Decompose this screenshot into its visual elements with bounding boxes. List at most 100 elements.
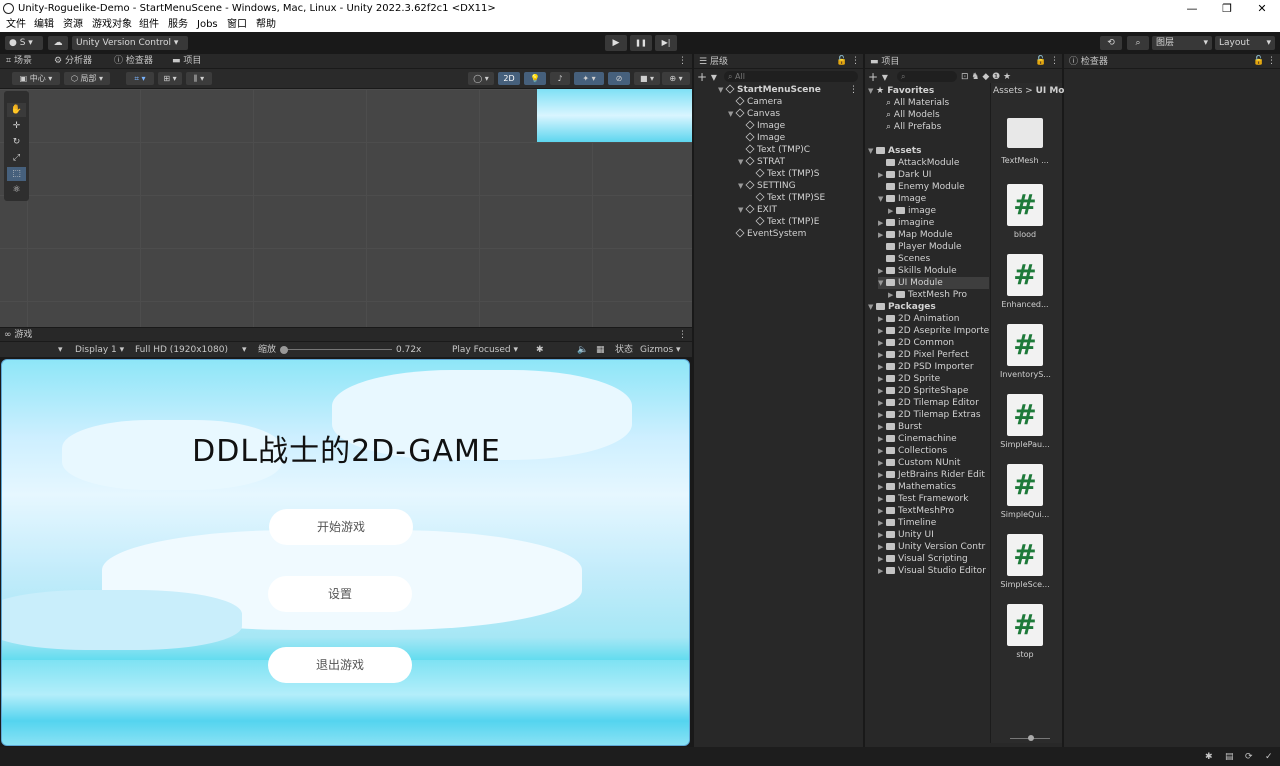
expand-arrow-icon[interactable]: ▶ [878, 265, 886, 277]
project-tree-item[interactable]: ▶ 2D Sprite [878, 373, 940, 385]
expand-arrow-icon[interactable]: ▶ [878, 457, 886, 469]
expand-arrow-icon[interactable]: ▶ [888, 205, 896, 217]
hierarchy-item[interactable]: Text (TMP)E [748, 216, 819, 228]
project-tree-item[interactable]: ▶ 2D Animation [878, 313, 959, 325]
project-tree-item[interactable]: AttackModule [878, 157, 959, 169]
pivot-center-dropdown[interactable]: ▣ 中心 ▾ [12, 72, 60, 85]
project-tree-item[interactable]: Scenes [878, 253, 930, 265]
gizmos-scene-icon[interactable]: ⊕ ▾ [662, 72, 690, 85]
project-tree-item[interactable]: ⌕ All Prefabs [878, 121, 941, 133]
expand-arrow-icon[interactable]: ▼ [868, 301, 876, 313]
project-tree-item[interactable]: ▼ Image [878, 193, 926, 205]
step-button[interactable]: ▶| [655, 35, 677, 51]
project-tree-item[interactable]: ▶ 2D Aseprite Importe [878, 325, 989, 337]
status-cache-icon[interactable]: ▤ [1225, 750, 1234, 764]
menu-edit[interactable]: 编辑 [34, 17, 54, 32]
asset-folder[interactable]: TextMesh ... [1000, 114, 1050, 165]
project-tree-item[interactable]: Player Module [878, 241, 962, 253]
project-tree-item[interactable]: ▶ Skills Module [878, 265, 957, 277]
asset-script[interactable]: # SimpleSce... [1000, 534, 1050, 589]
expand-arrow-icon[interactable]: ▶ [878, 361, 886, 373]
exit-game-button[interactable]: 退出游戏 [268, 647, 412, 683]
snap-increment-icon[interactable]: ⊞ ▾ [158, 72, 182, 85]
hierarchy-item[interactable]: Text (TMP)SE [748, 192, 825, 204]
project-tree-item[interactable]: ▼ Assets [868, 145, 921, 157]
pause-button[interactable]: ❚❚ [630, 35, 652, 51]
project-tree-item[interactable]: ▶ Map Module [878, 229, 953, 241]
hierarchy-item[interactable]: ▼ SETTING [738, 180, 796, 192]
expand-arrow-icon[interactable]: ▶ [878, 313, 886, 325]
menu-file[interactable]: 文件 [6, 17, 26, 32]
expand-arrow-icon[interactable]: ▶ [878, 229, 886, 241]
expand-arrow-icon[interactable]: ▶ [878, 409, 886, 421]
resolution-arrow-icon[interactable]: ▾ [242, 343, 247, 357]
hierarchy-item[interactable]: Image [738, 120, 785, 132]
project-tree-item[interactable]: ▶ 2D SpriteShape [878, 385, 968, 397]
2d-toggle-button[interactable]: 2D [498, 72, 520, 85]
project-tree-item[interactable]: ▶ image [888, 205, 936, 217]
menu-jobs[interactable]: Jobs [197, 17, 218, 32]
expand-arrow-icon[interactable]: ▼ [728, 108, 736, 120]
play-button[interactable]: ▶ [605, 35, 627, 51]
inspector-more-icon[interactable]: ⋮ [1267, 54, 1276, 68]
expand-arrow-icon[interactable]: ▼ [738, 180, 746, 192]
maximize-button[interactable]: ❐ [1217, 0, 1237, 17]
hierarchy-item[interactable]: EventSystem [728, 228, 806, 240]
tab-profiler[interactable]: ⚙ 分析器 [54, 54, 92, 68]
expand-arrow-icon[interactable]: ▶ [878, 337, 886, 349]
project-tree-item[interactable]: ▶ imagine [878, 217, 934, 229]
minimize-button[interactable]: — [1182, 0, 1202, 17]
tab-scene[interactable]: ⌗ 场景 [6, 54, 32, 68]
project-tree-item[interactable]: ▶ TextMesh Pro [888, 289, 967, 301]
game-view[interactable]: DDL战士的2D-GAME 开始游戏 设置 退出游戏 [1, 359, 690, 746]
status-check-icon[interactable]: ✓ [1265, 750, 1273, 764]
menu-services[interactable]: 服务 [168, 17, 188, 32]
expand-arrow-icon[interactable]: ▶ [878, 397, 886, 409]
display-dropdown[interactable]: Display 1 ▾ [75, 343, 124, 357]
game-more-icon[interactable]: ⋮ [678, 328, 687, 342]
tab-hierarchy[interactable]: ☰ 层级 [699, 55, 728, 69]
pivot-local-dropdown[interactable]: ⬡ 局部 ▾ [64, 72, 110, 85]
project-tree-item[interactable]: ▶ Visual Scripting [878, 553, 968, 565]
project-search-input[interactable]: ⌕ [897, 71, 957, 82]
project-tree-item[interactable]: ▶ 2D Pixel Perfect [878, 349, 969, 361]
asset-script[interactable]: # Enhanced... [1000, 254, 1050, 309]
draw-mode-icon[interactable]: ◯ ▾ [468, 72, 494, 85]
project-tree-item[interactable]: ▶ Timeline [878, 517, 936, 529]
hierarchy-item[interactable]: ▼ EXIT [738, 204, 777, 216]
visibility-icon[interactable]: ⊘ [608, 72, 630, 85]
hierarchy-item[interactable]: Text (TMP)S [748, 168, 820, 180]
audio-icon[interactable]: ♪ [550, 72, 570, 85]
project-tree-item[interactable]: ▶ Collections [878, 445, 947, 457]
hierarchy-add-button[interactable]: + ▾ [697, 70, 717, 84]
menu-window[interactable]: 窗口 [227, 17, 247, 32]
move-tool-icon[interactable]: ✛ [7, 119, 26, 133]
expand-arrow-icon[interactable]: ▶ [878, 385, 886, 397]
play-focused-dropdown[interactable]: Play Focused ▾ [452, 343, 518, 357]
project-tree-item[interactable]: ⌕ All Materials [878, 97, 949, 109]
breadcrumb-ui-module[interactable]: UI Mo [1036, 86, 1065, 96]
start-game-button[interactable]: 开始游戏 [269, 509, 413, 545]
project-tree-item[interactable]: ▶ 2D Common [878, 337, 954, 349]
cloud-icon[interactable]: ☁ [48, 36, 68, 50]
camera-icon[interactable]: ■ ▾ [634, 72, 660, 85]
expand-arrow-icon[interactable]: ▶ [878, 217, 886, 229]
tab-inspector[interactable]: ⓘ 检查器 [1069, 55, 1108, 69]
layers-dropdown[interactable]: 图层 ▾ [1152, 36, 1212, 50]
expand-arrow-icon[interactable]: ▶ [878, 517, 886, 529]
expand-arrow-icon[interactable]: ▼ [868, 85, 876, 97]
hierarchy-item[interactable]: Image [738, 132, 785, 144]
project-tree-item[interactable]: ▶ Burst [878, 421, 922, 433]
bug-icon[interactable]: ✱ [536, 343, 544, 357]
status-debug-icon[interactable]: ✱ [1205, 750, 1213, 764]
close-button[interactable]: ✕ [1252, 0, 1272, 17]
menu-component[interactable]: 组件 [139, 17, 159, 32]
tab-project[interactable]: ▬ 项目 [870, 55, 899, 69]
lighting-icon[interactable]: 💡 [524, 72, 546, 85]
project-tree-item[interactable]: ▶ 2D PSD Importer [878, 361, 974, 373]
expand-arrow-icon[interactable]: ▼ [868, 145, 876, 157]
hierarchy-item[interactable]: Text (TMP)C [738, 144, 810, 156]
scene-more-icon[interactable]: ⋮ [678, 54, 687, 68]
asset-script[interactable]: # InventoryS... [1000, 324, 1051, 379]
resolution-dropdown[interactable]: Full HD (1920x1080) [135, 343, 228, 357]
